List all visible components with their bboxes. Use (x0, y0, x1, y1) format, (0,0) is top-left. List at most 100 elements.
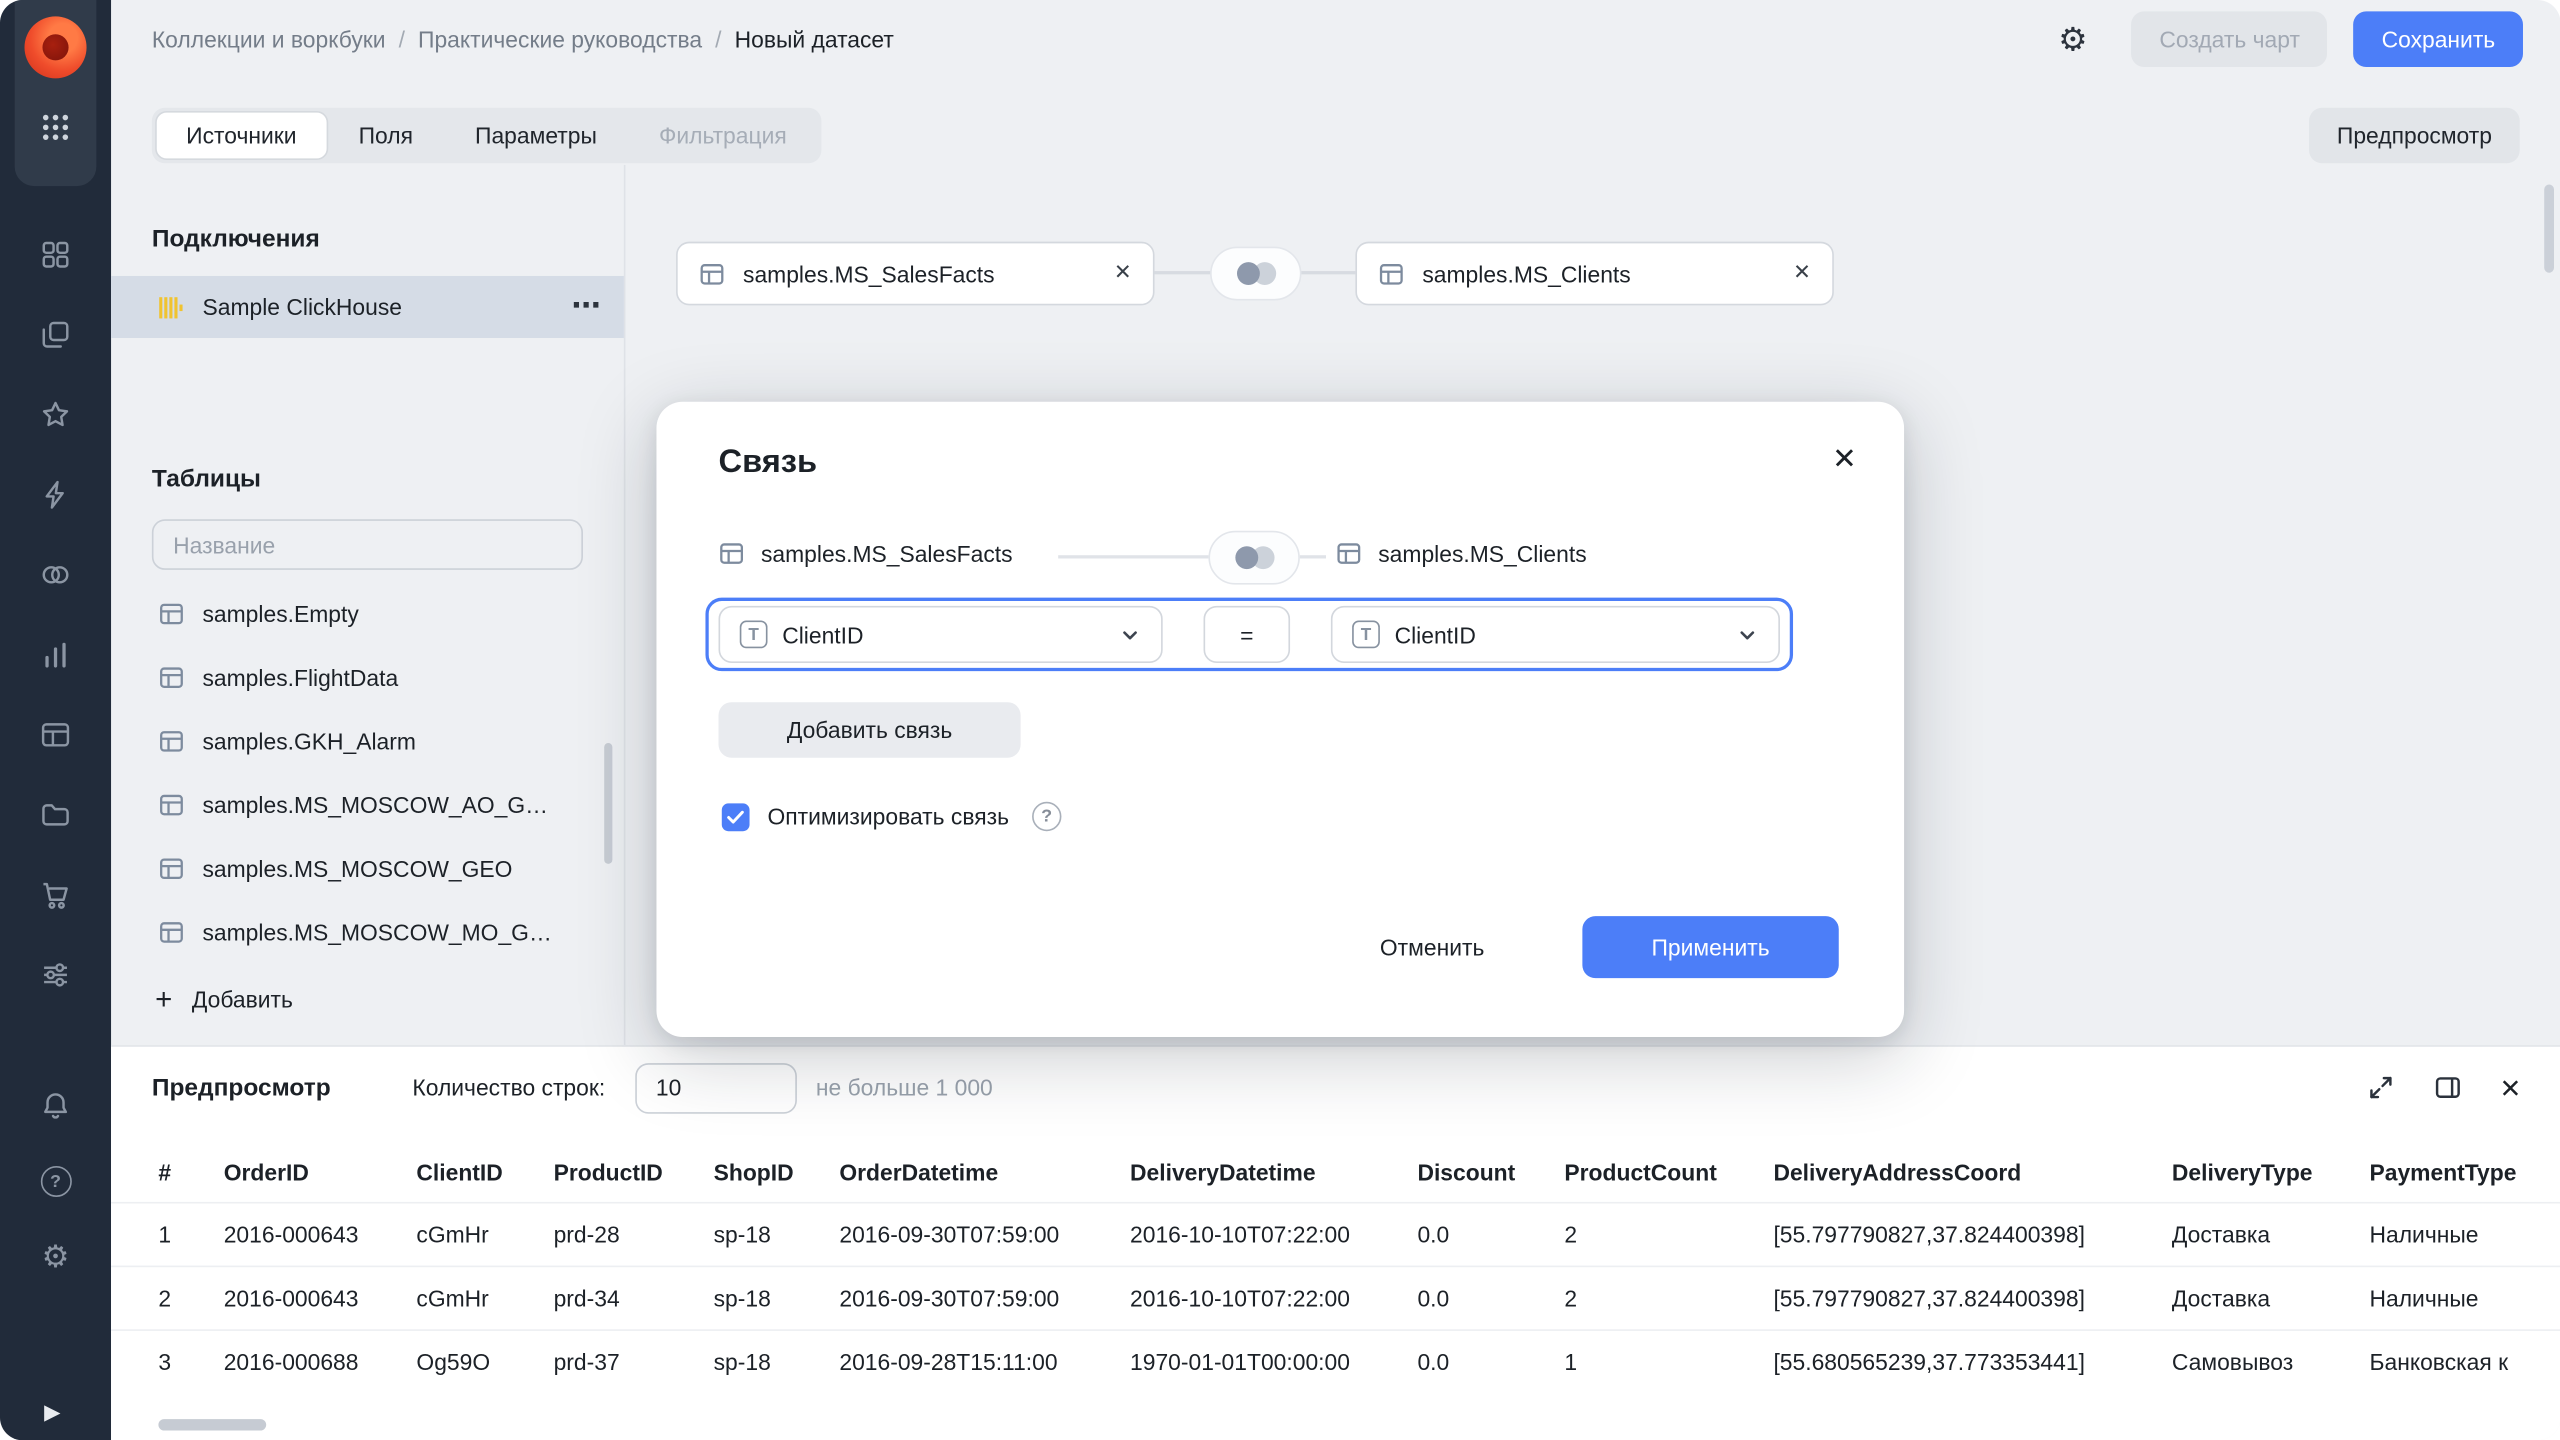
table-name: samples.GKH_Alarm (202, 728, 415, 754)
connection-item-sample-clickhouse[interactable]: Sample ClickHouse ⋯ (111, 276, 624, 338)
rings-icon[interactable] (39, 558, 72, 591)
table-row: 2 2016-000643 cGmHr prd-34 sp-18 2016-09… (111, 1266, 2560, 1330)
cart-icon[interactable] (39, 879, 72, 912)
table-list-item[interactable]: samples.MS_MOSCOW_GEO (111, 836, 624, 900)
expand-icon[interactable] (2366, 1073, 2395, 1102)
folder-icon[interactable] (39, 799, 72, 832)
remove-table-icon[interactable]: ✕ (1114, 261, 1132, 285)
horizontal-scrollbar-thumb[interactable] (158, 1419, 266, 1430)
source-table-salesfacts[interactable]: samples.MS_SalesFacts ✕ (676, 242, 1154, 306)
row-count-input[interactable] (635, 1062, 797, 1113)
cancel-button[interactable]: Отменить (1355, 916, 1508, 978)
help-circle-icon[interactable]: ? (1032, 802, 1061, 831)
cell: 1 (158, 1221, 223, 1247)
preview-header-icons: ✕ (2366, 1072, 2522, 1103)
tab-parameters[interactable]: Параметры (444, 111, 628, 160)
table-icon (158, 791, 184, 817)
cell: 3 (158, 1349, 223, 1375)
table-list-item[interactable]: samples.MS_MOSCOW_MO_G… (111, 900, 624, 964)
join-venn-icon (1234, 258, 1278, 289)
cell: Наличные (2369, 1285, 2560, 1311)
cell: 2016-09-28T15:11:00 (839, 1349, 1130, 1375)
sliders-icon[interactable] (39, 959, 72, 992)
chevron-down-icon (1736, 623, 1759, 646)
clickhouse-icon (158, 295, 182, 319)
table-list-item[interactable]: samples.Empty (111, 581, 624, 645)
canvas-scrollbar-thumb[interactable] (2544, 185, 2554, 273)
chart-bars-icon[interactable] (39, 639, 72, 672)
cell: 0.0 (1417, 1221, 1564, 1247)
dialog-close-icon[interactable]: ✕ (1832, 443, 1857, 477)
remove-table-icon[interactable]: ✕ (1793, 261, 1811, 285)
join-type-button[interactable] (1210, 247, 1301, 301)
help-glyph: ? (50, 1172, 61, 1192)
connection-more-icon[interactable]: ⋯ (572, 292, 601, 321)
stack-icon[interactable] (39, 318, 72, 351)
cell: Доставка (2172, 1221, 2370, 1247)
add-table-label: Добавить (192, 986, 293, 1012)
breadcrumb-collections[interactable]: Коллекции и воркбуки (152, 25, 386, 51)
apps-grid-icon[interactable] (39, 111, 72, 144)
dialog-right-table: samples.MS_Clients (1336, 541, 1587, 567)
table-grid-icon[interactable] (39, 719, 72, 752)
cell: sp-18 (714, 1221, 840, 1247)
chevron-down-icon (1119, 623, 1142, 646)
help-icon[interactable]: ? (40, 1166, 71, 1197)
close-preview-icon[interactable]: ✕ (2499, 1072, 2521, 1103)
source-table-clients[interactable]: samples.MS_Clients ✕ (1355, 242, 1833, 306)
breadcrumb-guides[interactable]: Практические руководства (418, 25, 702, 51)
left-field-select[interactable]: T ClientID (719, 606, 1163, 663)
dialog-join-type-button[interactable] (1208, 531, 1299, 585)
top-bar: Коллекции и воркбуки / Практические руко… (111, 0, 2560, 77)
side-panel-icon[interactable] (2433, 1073, 2462, 1102)
sidebar-bottom: ? ⚙ (0, 1089, 111, 1274)
optimize-label: Оптимизировать связь (768, 803, 1010, 829)
row-count-hint: не больше 1 000 (816, 1075, 993, 1101)
table-list-item[interactable]: samples.GKH_Alarm (111, 709, 624, 773)
table-icon (699, 260, 725, 286)
add-table-button[interactable]: + Добавить (155, 981, 293, 1017)
lightning-icon[interactable] (39, 478, 72, 511)
expand-play-icon[interactable]: ▶ (44, 1401, 60, 1425)
preview-table-body: 1 2016-000643 cGmHr prd-28 sp-18 2016-09… (111, 1202, 2560, 1393)
column-header: DeliveryAddressCoord (1773, 1159, 2171, 1185)
tab-filtering[interactable]: Фильтрация (628, 111, 818, 160)
join-condition-row: T ClientID = T ClientID (705, 598, 1793, 671)
column-header: # (158, 1159, 223, 1185)
bell-icon[interactable] (39, 1089, 72, 1122)
table-icon (1378, 260, 1404, 286)
cell: Og59O (416, 1349, 553, 1375)
right-field-select[interactable]: T ClientID (1331, 606, 1780, 663)
tab-fields[interactable]: Поля (328, 111, 444, 160)
cell: sp-18 (714, 1285, 840, 1311)
preview-table: # OrderID ClientID ProductID ShopID Orde… (111, 1132, 2560, 1393)
cell: 0.0 (1417, 1285, 1564, 1311)
cell: 2016-09-30T07:59:00 (839, 1221, 1130, 1247)
datalens-app: ? ⚙ ▶ Коллекции и воркбуки / Практически… (0, 0, 2560, 1440)
table-list-item[interactable]: samples.MS_MOSCOW_AO_G… (111, 772, 624, 836)
cell: 2016-000643 (224, 1221, 417, 1247)
table-name: samples.FlightData (202, 664, 398, 690)
dataset-settings-gear-icon[interactable]: ⚙ (2058, 22, 2087, 55)
cell: cGmHr (416, 1221, 553, 1247)
cell: 2 (158, 1285, 223, 1311)
apply-button[interactable]: Применить (1582, 916, 1838, 978)
optimize-checkbox[interactable] (722, 803, 750, 831)
star-icon[interactable] (39, 398, 72, 431)
tiles-icon[interactable] (39, 238, 72, 271)
tables-scrollbar-thumb[interactable] (604, 743, 612, 864)
add-link-button[interactable]: Добавить связь (719, 702, 1021, 758)
create-chart-button[interactable]: Создать чарт (2132, 11, 2328, 67)
table-list-item[interactable]: samples.FlightData (111, 645, 624, 709)
cell: 0.0 (1417, 1349, 1564, 1375)
operator-button[interactable]: = (1204, 606, 1291, 663)
preview-toggle-button[interactable]: Предпросмотр (2309, 108, 2520, 164)
table-icon (719, 541, 745, 567)
save-button[interactable]: Сохранить (2354, 11, 2523, 67)
settings-gear-icon[interactable]: ⚙ (42, 1241, 70, 1274)
breadcrumb-separator: / (399, 25, 405, 51)
datalens-logo-icon[interactable] (24, 16, 86, 78)
table-search-input[interactable] (152, 519, 583, 570)
string-type-icon: T (740, 621, 768, 649)
tab-sources[interactable]: Источники (155, 111, 327, 160)
